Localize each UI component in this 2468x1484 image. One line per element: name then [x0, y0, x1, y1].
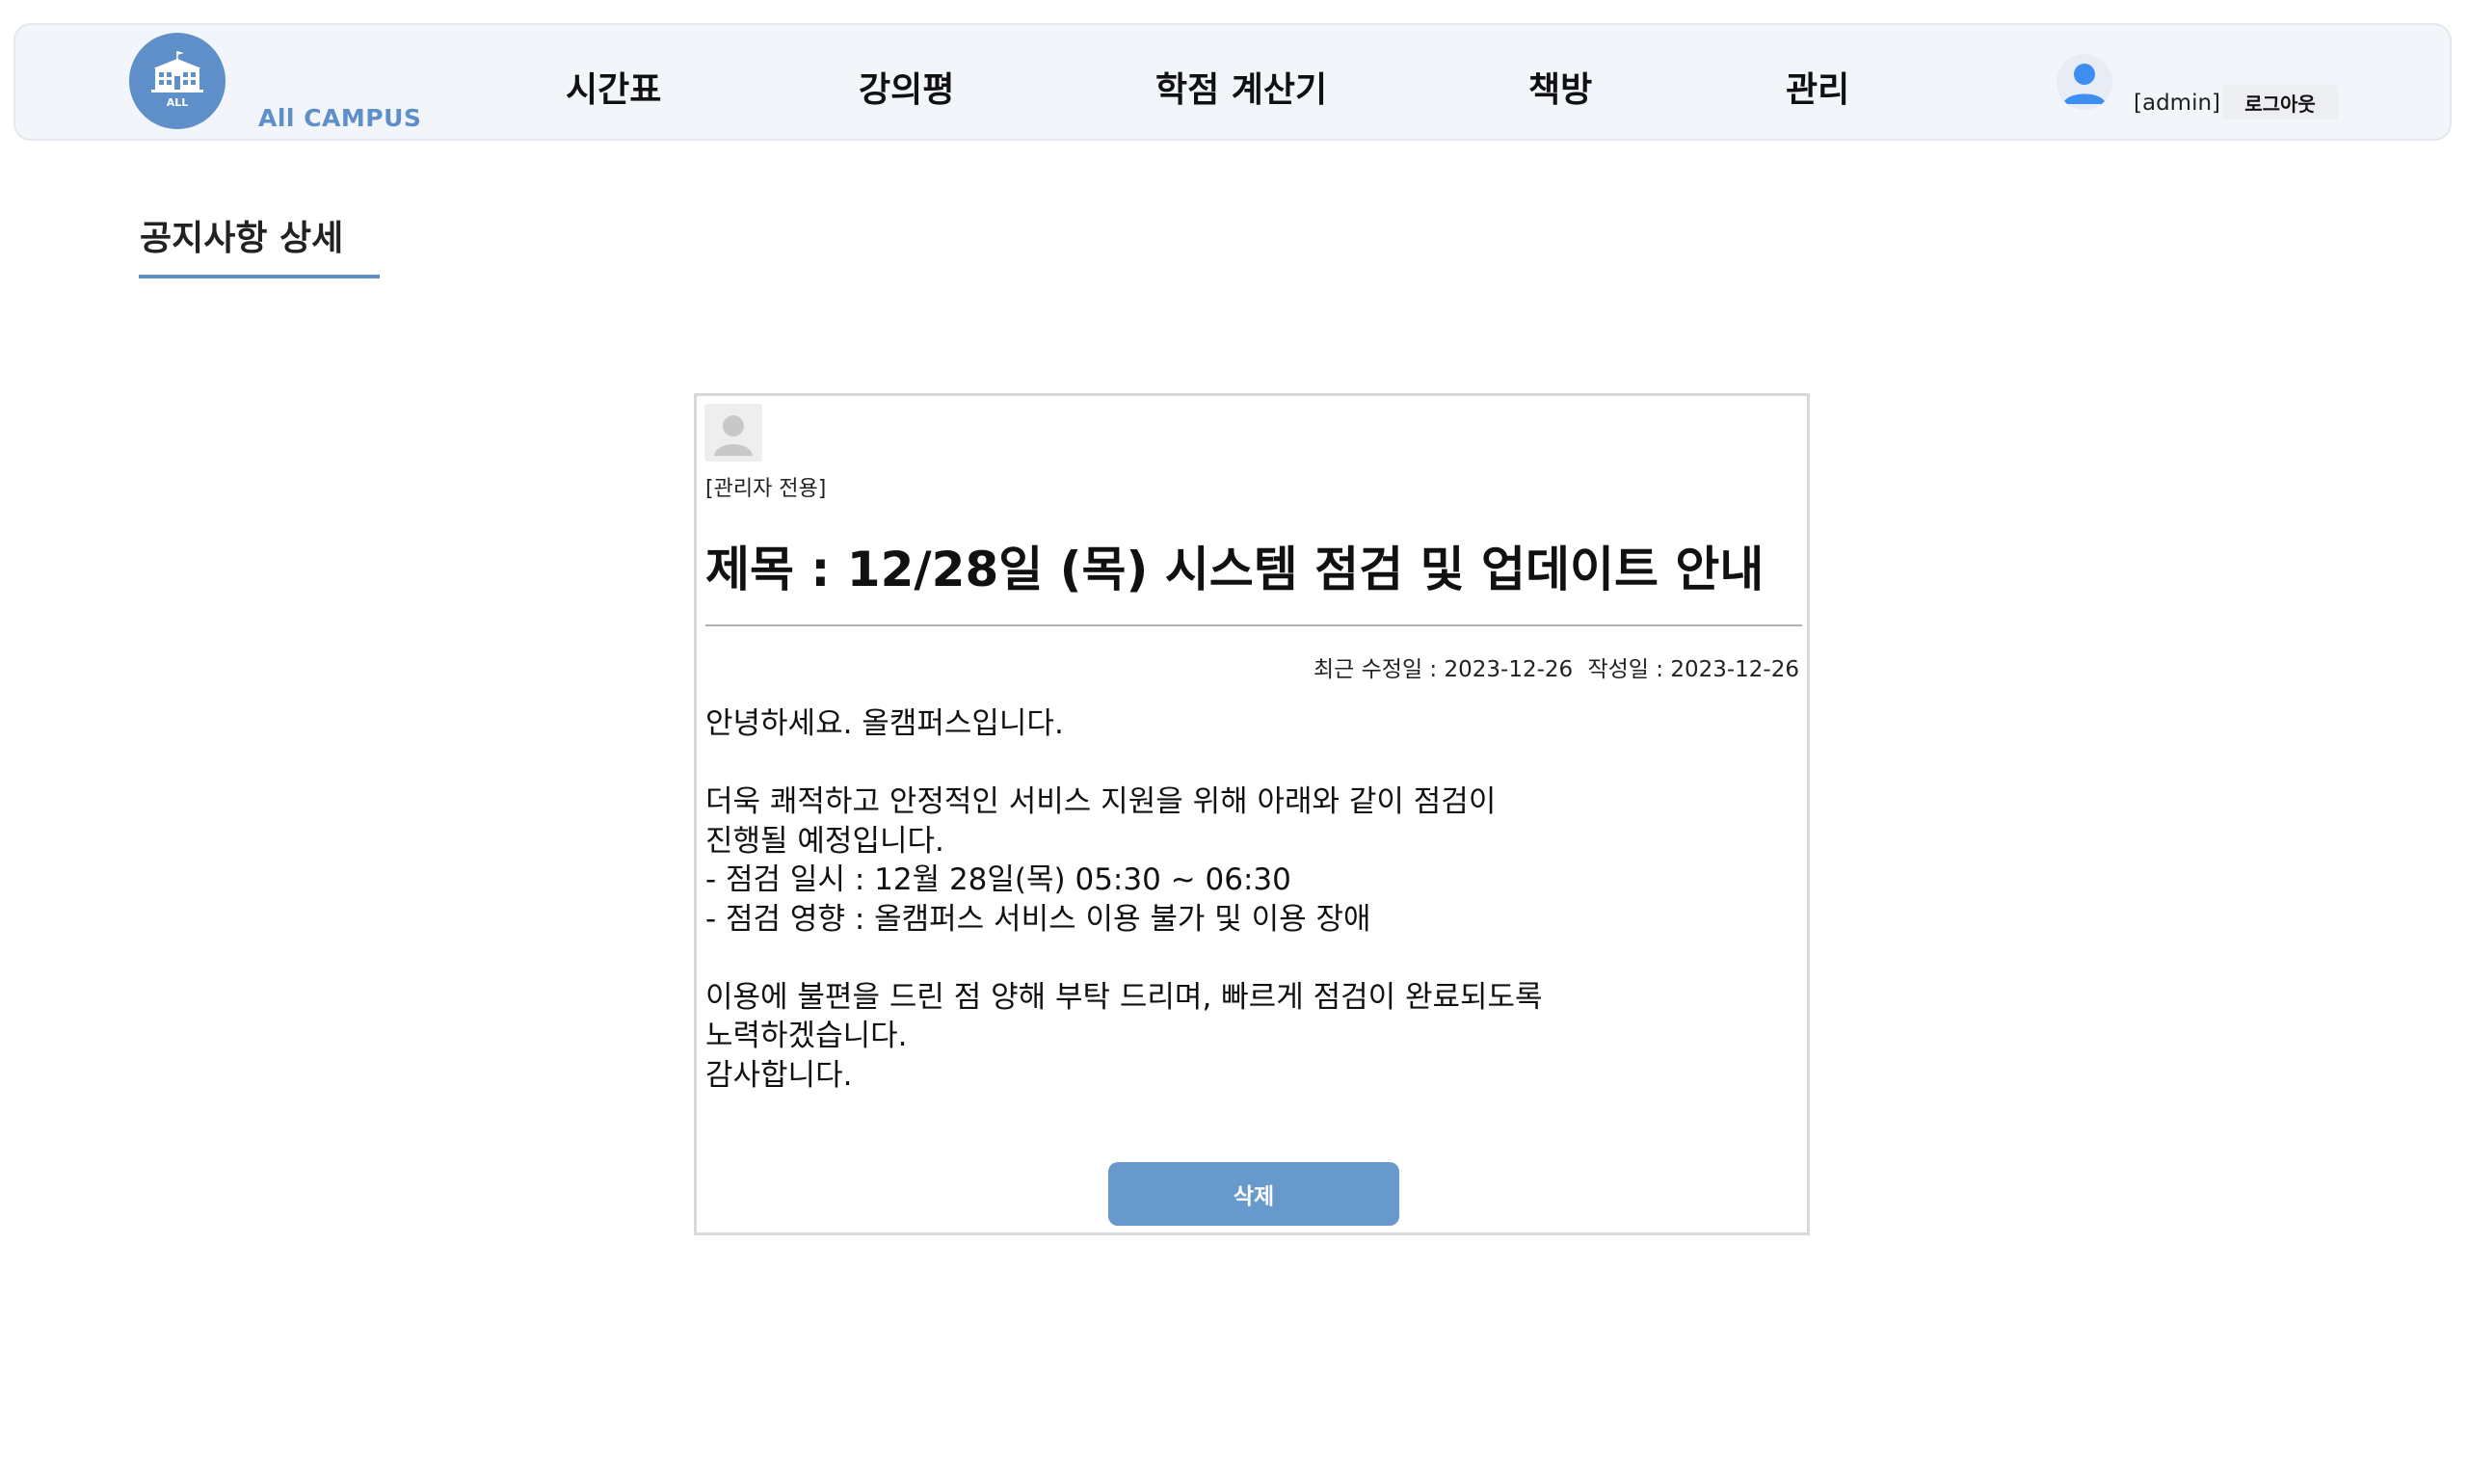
logo-text: ALL: [167, 96, 189, 109]
nav-item-bookstore[interactable]: 책방: [1528, 62, 1592, 112]
page-title-underline: [139, 275, 380, 278]
top-nav-bar: ALL All CAMPUS 시간표 강의평 학점 계산기 책방 관리 [adm…: [13, 23, 2452, 141]
delete-button[interactable]: 삭제: [1108, 1162, 1399, 1226]
title-divider: [705, 624, 1802, 626]
nav-item-timetable[interactable]: 시간표: [566, 62, 661, 112]
school-building-icon[interactable]: ALL: [129, 33, 226, 129]
notice-dates: 최근 수정일 : 2023-12-26 작성일 : 2023-12-26: [1306, 650, 1799, 683]
nav-item-course-review[interactable]: 강의평: [859, 62, 954, 112]
user-avatar-icon[interactable]: [2057, 54, 2112, 110]
user-id-label: [admin]: [2134, 91, 2221, 116]
default-profile-icon: [704, 404, 762, 462]
created-date: 작성일 : 2023-12-26: [1587, 657, 1799, 682]
modified-date: 최근 수정일 : 2023-12-26: [1314, 657, 1574, 682]
brand-name[interactable]: All CAMPUS: [258, 104, 421, 132]
page: ALL All CAMPUS 시간표 강의평 학점 계산기 책방 관리 [adm…: [0, 0, 2468, 1484]
notice-content: 안녕하세요. 올캠퍼스입니다. 더욱 쾌적하고 안정적인 서비스 지원을 위해 …: [705, 706, 1543, 1093]
author-label: [관리자 전용]: [705, 477, 827, 501]
logout-button[interactable]: 로그아웃: [2222, 85, 2338, 119]
page-title: 공지사항 상세: [140, 219, 344, 258]
nav-item-grade-calculator[interactable]: 학점 계산기: [1155, 62, 1327, 112]
nav-item-admin[interactable]: 관리: [1786, 62, 1849, 112]
notice-card: [관리자 전용] 제목 : 12/28일 (목) 시스템 점검 및 업데이트 안…: [694, 393, 1810, 1235]
notice-title: 제목 : 12/28일 (목) 시스템 점검 및 업데이트 안내: [705, 542, 1765, 597]
